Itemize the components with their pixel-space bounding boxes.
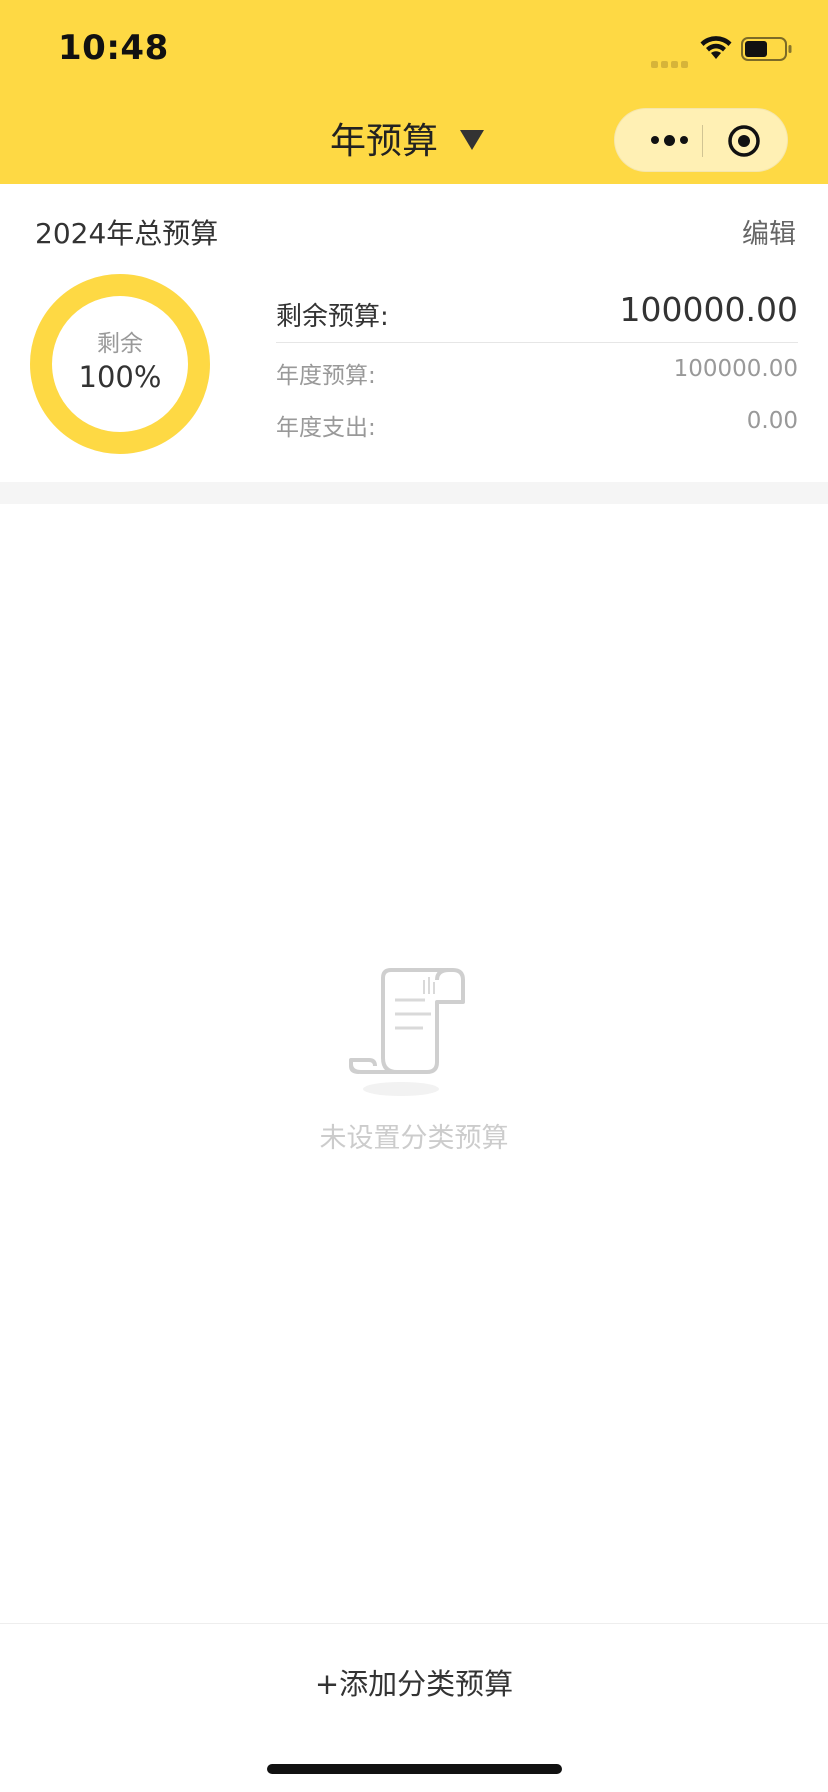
annual-budget-value: 100000.00	[673, 356, 798, 382]
edit-button[interactable]: 编辑	[742, 212, 796, 251]
header: 10:48 年预算	[0, 0, 828, 184]
cellular-signal-icon	[651, 53, 691, 68]
annual-spend-value: 0.00	[746, 408, 798, 434]
mini-program-capsule	[614, 108, 788, 172]
summary-title: 2024年总预算	[35, 217, 219, 250]
annual-spend-label: 年度支出:	[276, 415, 376, 441]
remaining-budget-row: 剩余预算: 100000.00	[276, 290, 798, 343]
remaining-budget-label: 剩余预算:	[276, 302, 389, 332]
section-divider	[0, 482, 828, 504]
receipt-scroll-icon	[349, 968, 465, 1096]
ring-label: 剩余	[97, 331, 143, 357]
battery-icon	[741, 37, 792, 61]
capsule-divider	[702, 125, 703, 157]
status-time: 10:48	[58, 28, 169, 68]
caret-down-icon	[460, 130, 484, 150]
add-category-budget-button[interactable]: +添加分类预算	[0, 1654, 828, 1714]
empty-state-text: 未设置分类预算	[319, 1123, 509, 1154]
annual-budget-summary: 2024年总预算 编辑 剩余 100% 剩余预算: 100000.00 年度预算…	[0, 184, 828, 482]
nav-title: 年预算	[329, 121, 438, 162]
annual-budget-label: 年度预算:	[276, 363, 376, 389]
home-indicator	[267, 1764, 562, 1774]
remaining-budget-value: 100000.00	[619, 290, 798, 329]
target-icon[interactable]	[727, 124, 761, 158]
ring-percent: 100%	[78, 360, 162, 394]
wifi-icon	[700, 36, 732, 59]
budget-screen: 10:48 年预算 2024年总预算 编辑 剩余 100% 剩余预算: 1000…	[0, 0, 828, 1792]
more-dots-icon[interactable]	[639, 109, 699, 171]
period-selector[interactable]: 年预算	[330, 112, 484, 164]
bottom-bar: +添加分类预算	[0, 1623, 828, 1792]
